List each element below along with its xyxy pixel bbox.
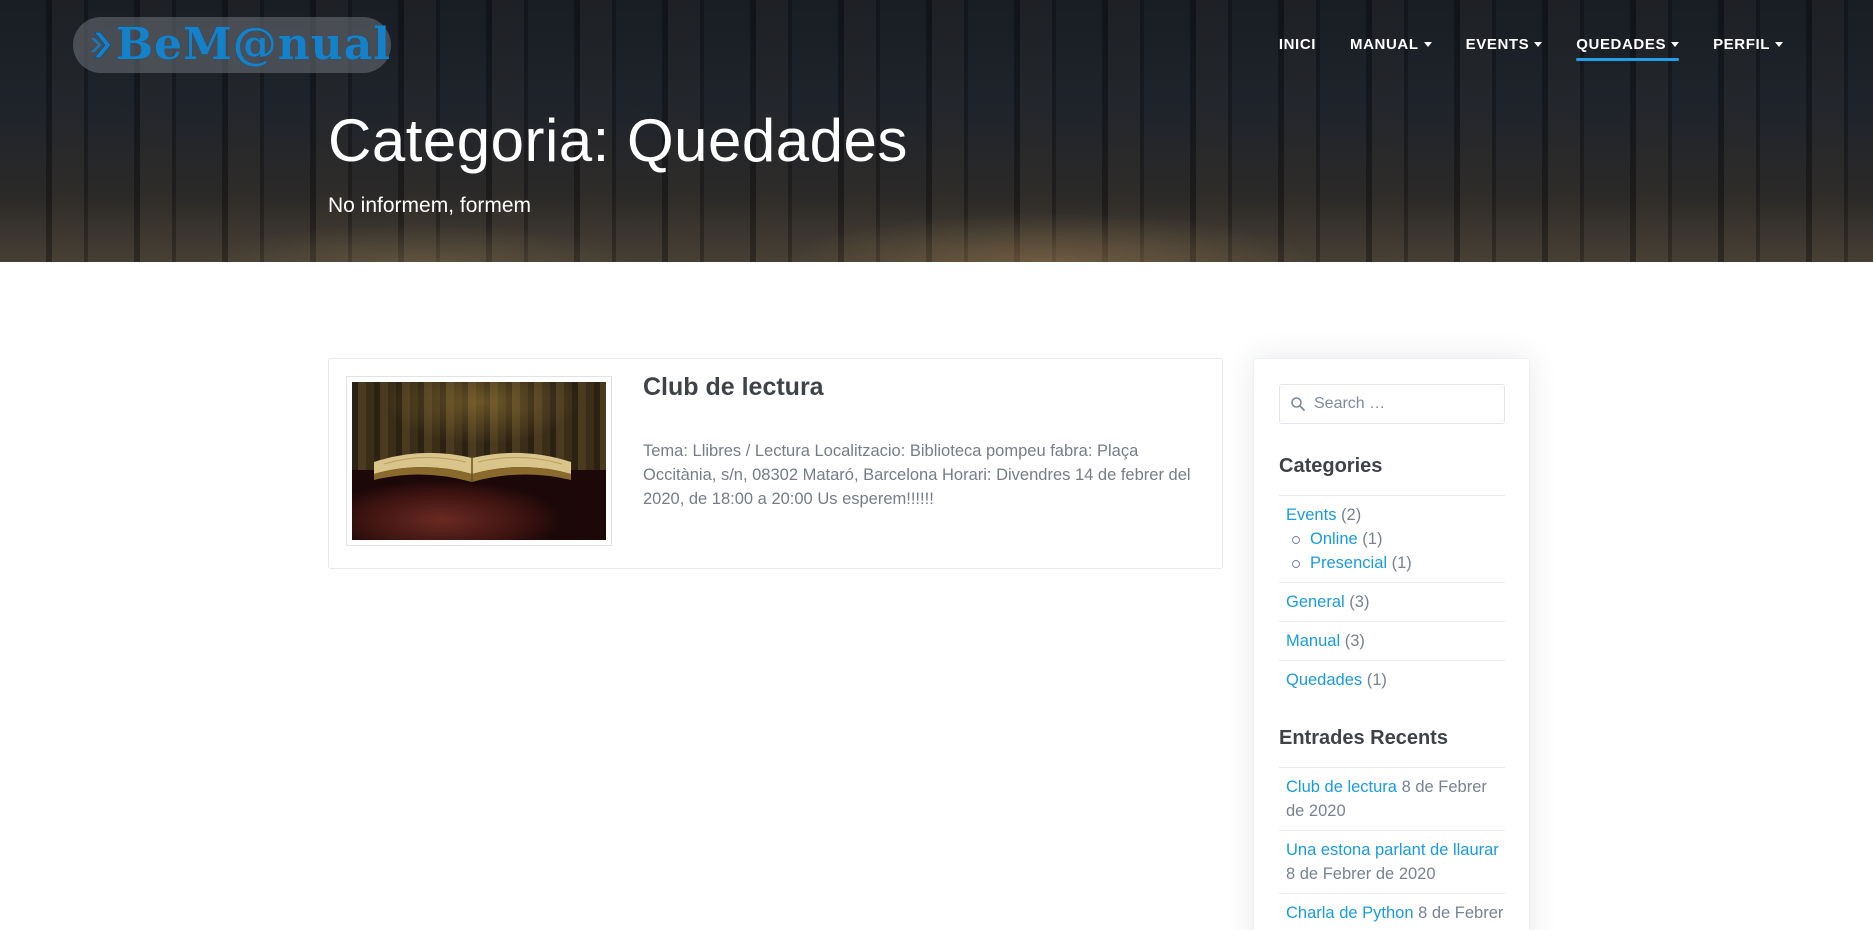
categories-title: Categories	[1279, 455, 1383, 477]
search-box[interactable]	[1279, 384, 1505, 424]
nav-label: QUEDADES	[1576, 35, 1667, 53]
recent-posts-title: Entrades Recents	[1279, 727, 1448, 749]
nav-item-events[interactable]: EVENTS	[1466, 33, 1543, 55]
subcategory-item: Presencial (1)	[1292, 551, 1505, 575]
page-title: Categoria: Quedades	[328, 107, 908, 174]
nav-label: PERFIL	[1713, 35, 1770, 53]
subcategory-list: Online (1) Presencial (1)	[1292, 527, 1505, 575]
recent-post-item: Charla de Python 8 de Febrer de 2020	[1279, 893, 1505, 930]
category-count: (2)	[1341, 506, 1362, 524]
category-count: (3)	[1344, 632, 1365, 650]
category-link-events[interactable]: Events	[1286, 506, 1336, 524]
nav-item-quedades[interactable]: QUEDADES	[1576, 33, 1680, 61]
search-icon	[1291, 397, 1305, 411]
category-item: Quedades (1)	[1279, 660, 1505, 699]
caret-down-icon	[1671, 41, 1680, 47]
search-input[interactable]	[1314, 395, 1494, 413]
category-count: (3)	[1349, 593, 1370, 611]
hero-header: BeM@nual INICI MANUAL EVENTS QUEDADES PE…	[0, 0, 1873, 262]
category-link-general[interactable]: General	[1286, 593, 1345, 611]
logo-chevron-icon	[91, 31, 112, 59]
recent-post-item: Club de lectura 8 de Febrer de 2020	[1279, 767, 1505, 830]
book-image	[352, 382, 606, 540]
category-link-presencial[interactable]: Presencial	[1310, 554, 1387, 572]
category-count: (1)	[1391, 554, 1412, 572]
recent-post-item: Una estona parlant de llaurar 8 de Febre…	[1279, 830, 1505, 893]
subcategory-item: Online (1)	[1292, 527, 1505, 551]
category-link-quedades[interactable]: Quedades	[1286, 671, 1362, 689]
category-item: Manual (3)	[1279, 621, 1505, 660]
post-thumbnail[interactable]	[346, 376, 612, 546]
sidebar: Categories Events (2) Online (1) Presenc…	[1253, 358, 1530, 930]
post-card: Club de lectura Tema: Llibres / Lectura …	[328, 358, 1223, 569]
nav-label: EVENTS	[1465, 35, 1530, 53]
nav-item-perfil[interactable]: PERFIL	[1713, 33, 1783, 55]
recent-posts-list: Club de lectura 8 de Febrer de 2020 Una …	[1279, 767, 1505, 930]
recent-post-link[interactable]: Una estona parlant de llaurar	[1286, 841, 1499, 859]
category-item: General (3)	[1279, 582, 1505, 621]
caret-down-icon	[1534, 41, 1543, 47]
nav-label: INICI	[1278, 35, 1317, 53]
post-title-link[interactable]: Club de lectura	[643, 373, 824, 402]
page-subtitle: No informem, formem	[328, 194, 532, 217]
caret-down-icon	[1775, 41, 1783, 47]
category-link-manual[interactable]: Manual	[1286, 632, 1340, 650]
categories-list: Events (2) Online (1) Presencial (1) Gen…	[1279, 495, 1505, 699]
category-count: (1)	[1362, 530, 1383, 548]
post-excerpt: Tema: Llibres / Lectura Localitzacio: Bi…	[643, 442, 1191, 508]
recent-post-link[interactable]: Charla de Python	[1286, 904, 1414, 922]
caret-down-icon	[1423, 41, 1432, 47]
nav-label: MANUAL	[1350, 35, 1419, 53]
main-navigation: INICI MANUAL EVENTS QUEDADES PERFIL	[1245, 33, 1783, 61]
category-count: (1)	[1366, 671, 1387, 689]
recent-post-link[interactable]: Club de lectura	[1286, 778, 1397, 796]
site-logo[interactable]: BeM@nual	[73, 17, 391, 73]
category-item: Events (2) Online (1) Presencial (1)	[1279, 495, 1505, 582]
recent-post-date: 8 de Febrer de 2020	[1286, 865, 1436, 883]
logo-text: BeM@nual	[115, 19, 391, 70]
nav-item-manual[interactable]: MANUAL	[1350, 33, 1432, 55]
nav-item-inici[interactable]: INICI	[1279, 33, 1316, 55]
category-link-online[interactable]: Online	[1310, 530, 1358, 548]
